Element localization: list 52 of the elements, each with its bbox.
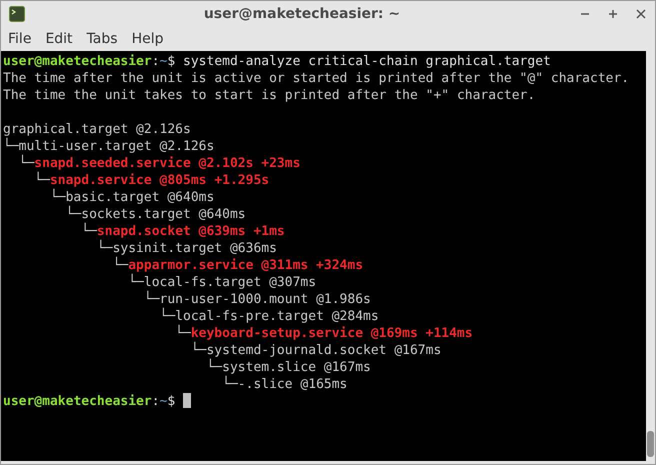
prompt-symbol: $ bbox=[167, 54, 176, 69]
unit-entry: keyboard-setup.service @169ms +114ms bbox=[190, 326, 473, 341]
unit-entry: run-user-1000.mount @1.986s bbox=[160, 292, 371, 307]
text-cursor bbox=[183, 393, 192, 408]
unit-entry: snapd.socket @639ms +1ms bbox=[96, 224, 285, 239]
tree-branch: └─ bbox=[175, 326, 191, 341]
unit-entry: local-fs-pre.target @284ms bbox=[175, 309, 379, 324]
window-title: user@maketecheasier: ~ bbox=[202, 6, 402, 22]
unit-entry: multi-user.target @2.126s bbox=[18, 139, 214, 154]
unit-entry: sysinit.target @636ms bbox=[112, 241, 277, 256]
tree-branch: └─ bbox=[50, 190, 66, 205]
maximize-icon[interactable] bbox=[607, 8, 619, 20]
tree-branch: └─ bbox=[66, 207, 82, 222]
unit-entry: -.slice @165ms bbox=[238, 377, 348, 392]
tree-branch: └─ bbox=[128, 275, 144, 290]
tree-branch: └─ bbox=[34, 173, 50, 188]
unit-entry: sockets.target @640ms bbox=[81, 207, 246, 222]
output-line: The time the unit takes to start is printed after the "+" character. bbox=[3, 88, 536, 103]
tree-branch: └─ bbox=[96, 241, 113, 256]
tree-branch: └─ bbox=[3, 139, 19, 154]
prompt-user-host: user@maketecheasier bbox=[3, 394, 152, 409]
terminal-icon bbox=[9, 6, 25, 22]
menu-item[interactable]: Tabs bbox=[86, 31, 118, 47]
menu-item[interactable]: Edit bbox=[45, 31, 73, 47]
tree-branch: └─ bbox=[81, 224, 97, 239]
prompt-symbol: $ bbox=[167, 394, 176, 409]
command-text: systemd-analyze critical-chain graphical.target bbox=[183, 54, 551, 69]
menu-item[interactable]: Help bbox=[132, 31, 164, 47]
unit-entry: basic.target @640ms bbox=[66, 190, 214, 205]
prompt-path: ~ bbox=[160, 394, 168, 409]
tree-branch: └─ bbox=[160, 309, 176, 324]
tree-branch: └─ bbox=[190, 343, 206, 358]
unit-entry: system.slice @167ms bbox=[222, 360, 371, 375]
unit-entry: graphical.target @2.126s bbox=[3, 122, 191, 137]
tree-branch: └─ bbox=[222, 377, 238, 392]
tree-branch: └─ bbox=[144, 292, 160, 307]
unit-entry: snapd.seeded.service @2.102s +23ms bbox=[34, 156, 300, 171]
tree-branch: └─ bbox=[112, 258, 128, 273]
unit-entry: snapd.service @805ms +1.295s bbox=[50, 173, 270, 188]
tree-branch: └─ bbox=[206, 360, 222, 375]
scrollbar-thumb[interactable] bbox=[647, 431, 654, 457]
unit-entry: systemd-journald.socket @167ms bbox=[206, 343, 442, 358]
prompt-path: ~ bbox=[160, 54, 168, 69]
close-icon[interactable] bbox=[635, 8, 647, 20]
unit-entry: apparmor.service @311ms +324ms bbox=[128, 258, 364, 273]
menu-item[interactable]: File bbox=[8, 31, 32, 47]
prompt-separator: : bbox=[152, 54, 160, 69]
prompt-user-host: user@maketecheasier bbox=[3, 54, 152, 69]
unit-entry: local-fs.target @307ms bbox=[144, 275, 316, 290]
tree-branch: └─ bbox=[18, 156, 34, 171]
prompt-separator: : bbox=[152, 394, 160, 409]
output-line: The time after the unit is active or started is printed after the "@" character. bbox=[3, 71, 630, 86]
